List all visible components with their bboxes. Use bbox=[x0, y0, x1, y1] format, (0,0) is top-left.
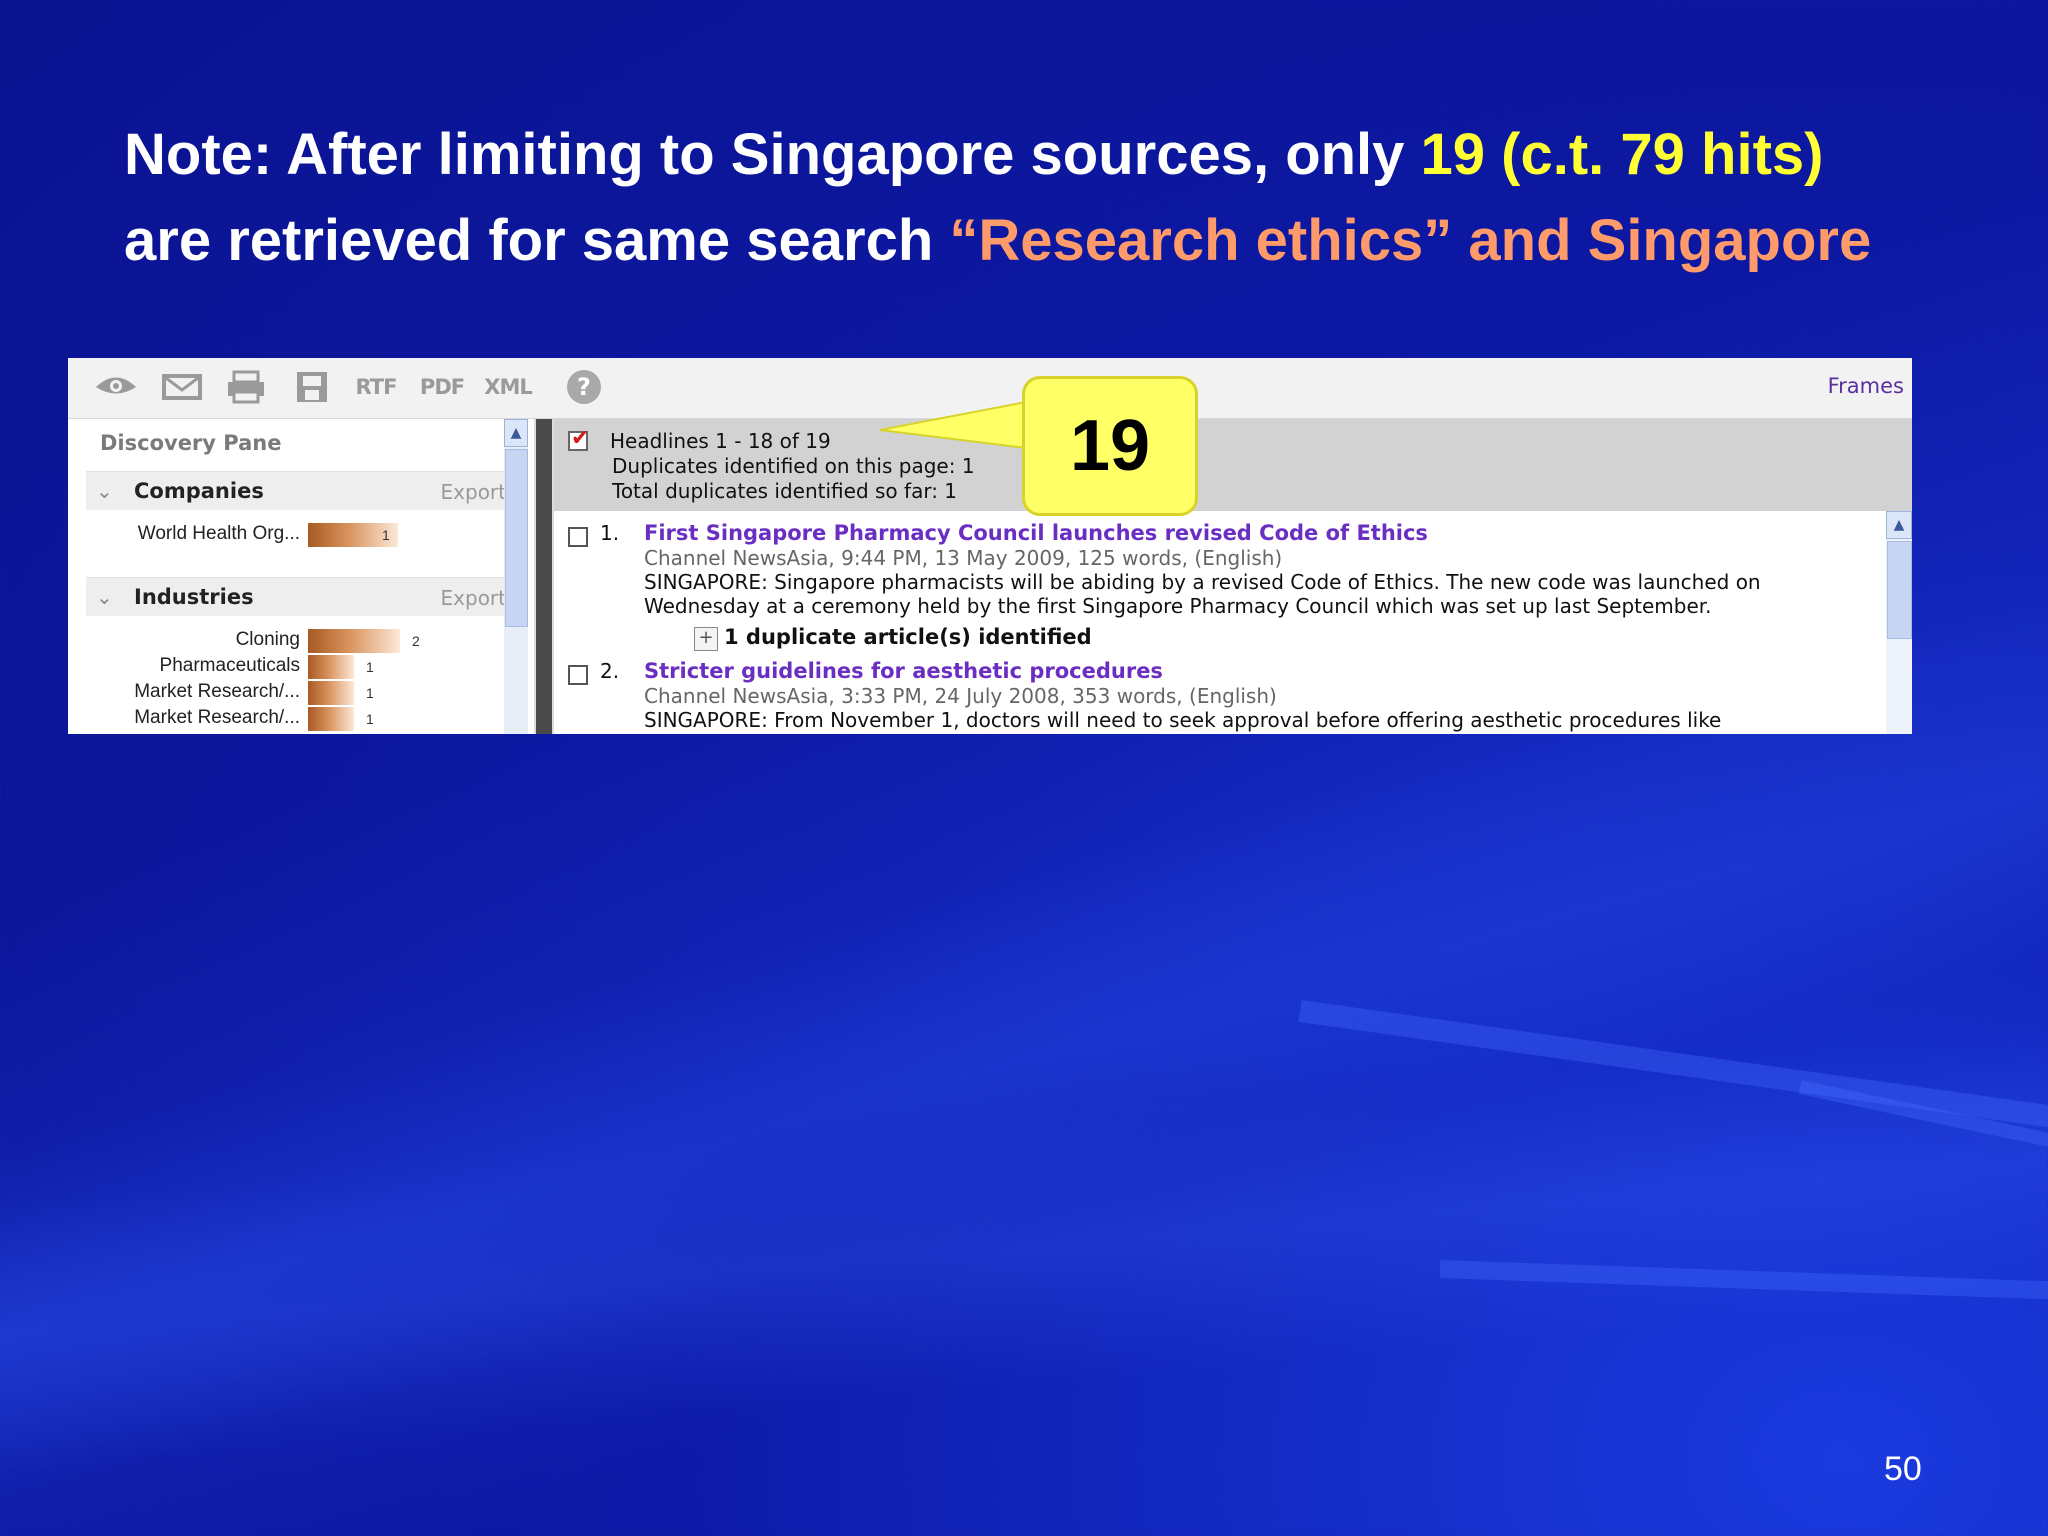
facet-bar bbox=[308, 707, 354, 731]
background-ray bbox=[1298, 1000, 2048, 1148]
facet-bar bbox=[308, 655, 354, 679]
title-highlight-search: “Research ethics” and Singapore bbox=[949, 208, 1872, 273]
results-pane: Headlines 1 - 18 of 19 Duplicates identi… bbox=[554, 419, 1912, 734]
companies-export-link[interactable]: Export bbox=[441, 480, 506, 504]
facet-item-count: 1 bbox=[366, 659, 374, 675]
title-part-1: Note: After limiting to Singapore source… bbox=[124, 122, 1421, 187]
industries-export-link[interactable]: Export bbox=[441, 586, 506, 610]
slide-title: Note: After limiting to Singapore source… bbox=[124, 112, 1984, 284]
background-ray bbox=[1439, 1260, 2048, 1303]
pane-splitter[interactable] bbox=[534, 419, 554, 734]
save-icon[interactable] bbox=[290, 370, 334, 404]
result-title-link[interactable]: Stricter guidelines for aesthetic proced… bbox=[644, 659, 1163, 683]
duplicates-page: Duplicates identified on this page: 1 bbox=[612, 454, 975, 478]
title-part-2: are retrieved for same search bbox=[124, 208, 950, 273]
duplicate-note[interactable]: 1 duplicate article(s) identified bbox=[724, 625, 1092, 649]
result-number: 2. bbox=[600, 659, 620, 683]
duplicates-total: Total duplicates identified so far: 1 bbox=[612, 479, 958, 503]
chevron-down-icon[interactable]: ⌄ bbox=[96, 479, 113, 503]
factiva-screenshot: RTF PDF XML ? Frames Discovery Pane ⌄ Co… bbox=[68, 358, 1912, 734]
expand-plus-icon[interactable]: + bbox=[694, 627, 718, 651]
eye-icon[interactable] bbox=[94, 370, 138, 404]
industries-label: Industries bbox=[134, 585, 254, 609]
result-checkbox[interactable] bbox=[568, 665, 588, 685]
facet-item-count: 1 bbox=[366, 685, 374, 701]
discovery-pane-title: Discovery Pane bbox=[100, 431, 282, 455]
discovery-scrollbar[interactable]: ▲ bbox=[504, 419, 528, 734]
facet-item-label[interactable]: World Health Org... bbox=[138, 523, 300, 545]
facet-item-label[interactable]: Market Research/... bbox=[134, 681, 300, 703]
discovery-pane: Discovery Pane ⌄ Companies Export World … bbox=[68, 419, 534, 734]
result-snippet: SINGAPORE: Singapore pharmacists will be… bbox=[644, 570, 1761, 594]
companies-facet-header[interactable]: ⌄ Companies Export bbox=[86, 471, 516, 510]
slide-page-number: 50 bbox=[1884, 1450, 1922, 1488]
scroll-thumb[interactable] bbox=[1887, 541, 1912, 639]
help-button[interactable]: ? bbox=[567, 370, 601, 404]
result-snippet: Wednesday at a ceremony held by the firs… bbox=[644, 594, 1712, 618]
chevron-down-icon[interactable]: ⌄ bbox=[96, 585, 113, 609]
facet-item[interactable]: World Health Org... bbox=[68, 523, 300, 547]
companies-label: Companies bbox=[134, 479, 264, 503]
facet-item-label[interactable]: Market Research/... bbox=[134, 707, 300, 729]
results-header: Headlines 1 - 18 of 19 Duplicates identi… bbox=[554, 419, 1912, 511]
facet-item-count: 2 bbox=[412, 633, 420, 649]
pdf-button[interactable]: PDF bbox=[420, 370, 465, 404]
result-meta: Channel NewsAsia, 9:44 PM, 13 May 2009, … bbox=[644, 546, 1283, 570]
facet-item[interactable]: Cloning bbox=[68, 629, 300, 653]
facet-item[interactable]: Pharmaceuticals bbox=[68, 655, 300, 679]
industries-facet-header[interactable]: ⌄ Industries Export bbox=[86, 577, 516, 616]
scroll-up-arrow-icon[interactable]: ▲ bbox=[504, 419, 528, 447]
scroll-thumb[interactable] bbox=[505, 449, 528, 627]
headlines-count: Headlines 1 - 18 of 19 bbox=[610, 429, 831, 453]
facet-bar bbox=[308, 681, 354, 705]
help-icon[interactable]: ? bbox=[562, 370, 606, 404]
print-icon[interactable] bbox=[224, 370, 268, 404]
facet-bar bbox=[308, 629, 400, 653]
facet-item-count: 1 bbox=[366, 711, 374, 727]
result-checkbox[interactable] bbox=[568, 527, 588, 547]
result-snippet: SINGAPORE: From November 1, doctors will… bbox=[644, 708, 1722, 732]
email-icon[interactable] bbox=[160, 370, 204, 404]
rtf-button[interactable]: RTF bbox=[354, 370, 398, 404]
facet-item-label[interactable]: Cloning bbox=[236, 629, 300, 651]
xml-button[interactable]: XML bbox=[484, 370, 532, 404]
select-all-checkbox[interactable] bbox=[568, 426, 589, 451]
result-number: 1. bbox=[600, 521, 620, 545]
result-meta: Channel NewsAsia, 3:33 PM, 24 July 2008,… bbox=[644, 684, 1277, 708]
frames-link[interactable]: Frames bbox=[1828, 374, 1904, 398]
facet-item[interactable]: Market Research/... bbox=[68, 707, 300, 731]
scroll-up-arrow-icon[interactable]: ▲ bbox=[1886, 511, 1912, 539]
toolbar: RTF PDF XML ? Frames bbox=[68, 358, 1912, 419]
results-scrollbar[interactable]: ▲ bbox=[1886, 511, 1912, 734]
result-count-callout: 19 bbox=[1022, 376, 1198, 516]
facet-item[interactable]: Market Research/... bbox=[68, 681, 300, 705]
title-highlight-count: 19 (c.t. 79 hits) bbox=[1420, 122, 1824, 187]
facet-item-label[interactable]: Pharmaceuticals bbox=[160, 655, 300, 677]
result-title-link[interactable]: First Singapore Pharmacy Council launche… bbox=[644, 521, 1428, 545]
facet-item-count: 1 bbox=[382, 527, 390, 543]
